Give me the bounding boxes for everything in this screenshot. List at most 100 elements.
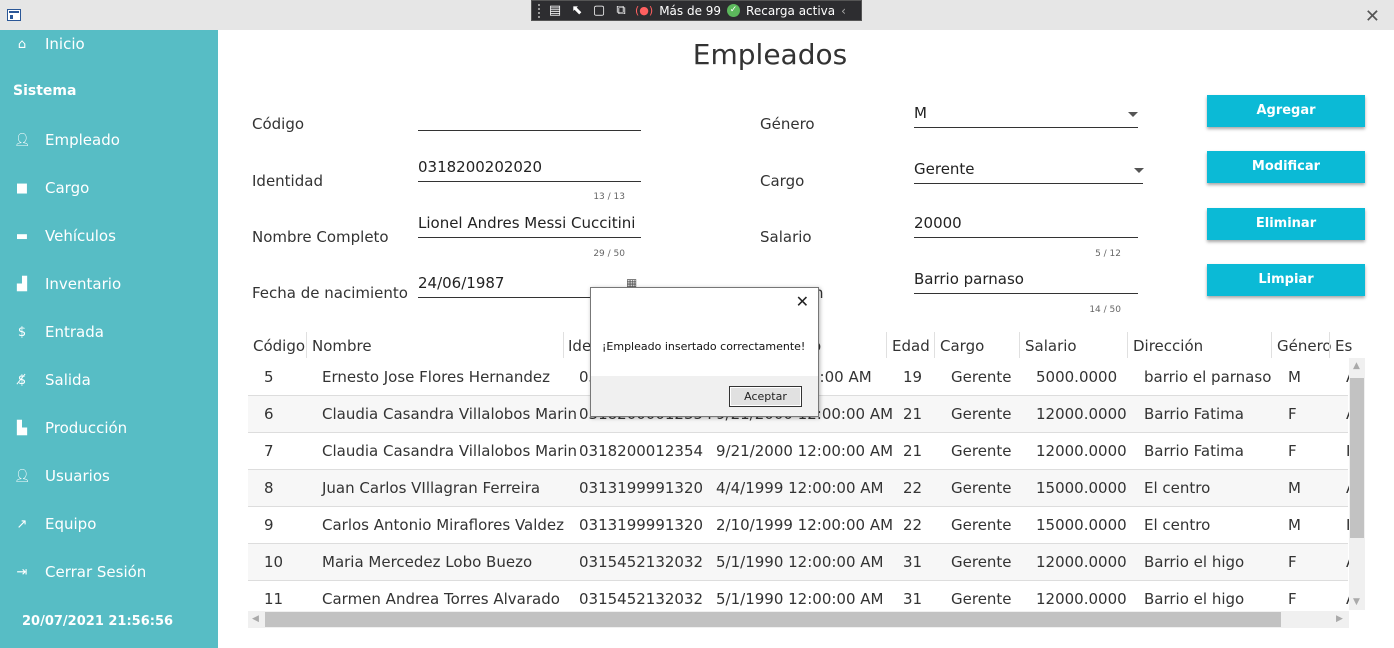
identidad-counter: 13 / 13 bbox=[593, 192, 625, 202]
codigo-label: Código bbox=[252, 115, 305, 133]
sidebar-item-produccion[interactable]: ▙ Producción bbox=[0, 408, 218, 448]
select-element-icon[interactable]: ⬉ bbox=[569, 3, 585, 19]
home-icon: ⌂ bbox=[17, 36, 27, 52]
sidebar-item-empleado[interactable]: 👤︎ Empleado bbox=[0, 120, 218, 160]
toolbar-grip[interactable] bbox=[538, 3, 541, 18]
close-icon[interactable]: ✕ bbox=[796, 292, 809, 311]
message-dialog: ✕ ¡Empleado insertado correctamente! Ace… bbox=[590, 287, 819, 417]
logout-icon: ⇥ bbox=[16, 564, 28, 580]
cell-cargo: Gerente bbox=[951, 590, 1012, 608]
issues-count-label[interactable]: Más de 99 bbox=[659, 4, 721, 18]
modificar-button[interactable]: Modificar bbox=[1207, 151, 1365, 183]
codigo-input[interactable] bbox=[418, 105, 641, 131]
column-header[interactable]: Género bbox=[1277, 337, 1332, 355]
cell-codigo: 7 bbox=[264, 442, 274, 460]
window-close-icon[interactable]: ✕ bbox=[1365, 6, 1380, 27]
sidebar-item-equipo[interactable]: ↗ Equipo bbox=[0, 504, 218, 544]
sidebar-item-entrada[interactable]: $ Entrada bbox=[0, 312, 218, 352]
eliminar-button[interactable]: Eliminar bbox=[1207, 208, 1365, 240]
track-focus-icon[interactable]: ⧉ bbox=[613, 3, 629, 19]
direccion-input[interactable]: Barrio parnaso bbox=[914, 268, 1138, 294]
cell-direccion: Barrio el higo bbox=[1144, 553, 1245, 571]
cell-cargo: Gerente bbox=[951, 479, 1012, 497]
sidebar-item-cargo[interactable]: ■ Cargo bbox=[0, 168, 218, 208]
limpiar-button[interactable]: Limpiar bbox=[1207, 264, 1365, 296]
identidad-input[interactable]: 0318200202020 bbox=[418, 156, 641, 182]
cell-nombre: Juan Carlos VIllagran Ferreira bbox=[322, 479, 541, 497]
sidebar-item-salida[interactable]: $̸ Salida bbox=[0, 360, 218, 400]
column-header[interactable]: Código bbox=[253, 337, 305, 355]
cell-salario: 15000.0000 bbox=[1036, 516, 1127, 534]
cell-edad: 22 bbox=[903, 516, 923, 534]
cell-codigo: 9 bbox=[264, 516, 274, 534]
genero-select[interactable]: M bbox=[914, 102, 1138, 128]
cell-direccion: Barrio Fatima bbox=[1144, 442, 1244, 460]
column-header[interactable]: Ide bbox=[568, 337, 591, 355]
cell-direccion: Barrio Fatima bbox=[1144, 405, 1244, 423]
cell-salario: 15000.0000 bbox=[1036, 479, 1127, 497]
column-header[interactable]: Edad bbox=[892, 337, 930, 355]
sidebar-item-vehiculos[interactable]: ▬ Vehículos bbox=[0, 216, 218, 256]
identidad-label: Identidad bbox=[252, 172, 323, 190]
layout-adorner-icon[interactable]: ▢ bbox=[591, 3, 607, 19]
column-header[interactable]: Nombre bbox=[312, 337, 372, 355]
column-divider[interactable] bbox=[886, 332, 887, 358]
cell-nombre: Carmen Andrea Torres Alvarado bbox=[322, 590, 560, 608]
sidebar: ⌂ Inicio Sistema 👤︎ Empleado ■ Cargo ▬ V… bbox=[0, 30, 218, 648]
scroll-left-icon[interactable]: ◀ bbox=[252, 614, 259, 624]
vertical-scroll-thumb[interactable] bbox=[1350, 378, 1364, 538]
cargo-select[interactable]: Gerente bbox=[914, 158, 1143, 184]
column-divider[interactable] bbox=[1329, 332, 1330, 358]
cell-genero: M bbox=[1288, 368, 1301, 386]
column-divider[interactable] bbox=[306, 332, 307, 358]
sidebar-item-label: Equipo bbox=[45, 515, 97, 533]
cell-genero: F bbox=[1288, 590, 1297, 608]
nombre-input[interactable]: Lionel Andres Messi Cuccitini bbox=[418, 212, 641, 238]
truck-icon: ▬ bbox=[15, 228, 29, 244]
cell-nombre: Ernesto Jose Flores Hernandez bbox=[322, 368, 551, 386]
cell-genero: F bbox=[1288, 442, 1297, 460]
aceptar-button[interactable]: Aceptar bbox=[729, 386, 802, 407]
column-divider[interactable] bbox=[934, 332, 935, 358]
salario-input[interactable]: 20000 bbox=[914, 212, 1138, 238]
scroll-down-icon[interactable]: ▼ bbox=[1353, 597, 1360, 607]
table-row[interactable]: 7 Claudia Casandra Villalobos Marin 0318… bbox=[248, 433, 1350, 470]
cell-genero: F bbox=[1288, 553, 1297, 571]
scroll-right-icon[interactable]: ▶ bbox=[1336, 614, 1343, 624]
cell-salario: 12000.0000 bbox=[1036, 442, 1127, 460]
table-row[interactable]: 10 Maria Mercedez Lobo Buezo 03154521320… bbox=[248, 544, 1356, 581]
column-divider[interactable] bbox=[1127, 332, 1128, 358]
sidebar-item-label: Salida bbox=[45, 371, 91, 389]
live-tree-icon[interactable]: ▤ bbox=[547, 3, 563, 19]
column-divider[interactable] bbox=[1271, 332, 1272, 358]
collapse-chevron-icon[interactable]: ‹ bbox=[841, 4, 846, 18]
genero-label: Género bbox=[760, 115, 815, 133]
horizontal-scroll-thumb[interactable] bbox=[265, 612, 1281, 627]
sidebar-item-cerrar-sesion[interactable]: ⇥ Cerrar Sesión bbox=[0, 552, 218, 592]
chevron-down-icon[interactable] bbox=[1128, 112, 1138, 117]
column-header[interactable]: Es bbox=[1335, 337, 1352, 355]
agregar-button[interactable]: Agregar bbox=[1207, 95, 1365, 127]
cell-fecha: 2/10/1999 12:00:00 AM bbox=[716, 516, 894, 534]
column-header[interactable]: Dirección bbox=[1133, 337, 1203, 355]
scroll-up-icon[interactable]: ▲ bbox=[1353, 361, 1360, 371]
sidebar-item-usuarios[interactable]: 👤︎ Usuarios bbox=[0, 456, 218, 496]
sidebar-item-inicio[interactable]: ⌂ Inicio bbox=[0, 24, 218, 64]
column-header[interactable]: Cargo bbox=[940, 337, 984, 355]
sidebar-item-inventario[interactable]: ▟ Inventario bbox=[0, 264, 218, 304]
table-row[interactable]: 9 Carlos Antonio Miraflores Valdez 03131… bbox=[248, 507, 1350, 544]
cell-genero: F bbox=[1288, 405, 1297, 423]
hot-reload-label[interactable]: Recarga activa bbox=[746, 4, 835, 18]
cell-direccion: El centro bbox=[1144, 479, 1211, 497]
column-divider[interactable] bbox=[1019, 332, 1020, 358]
cell-codigo: 8 bbox=[264, 479, 274, 497]
cell-fecha: 9/21/2000 12:00:00 AM bbox=[716, 442, 894, 460]
direccion-counter: 14 / 50 bbox=[1089, 305, 1121, 315]
cell-salario: 12000.0000 bbox=[1036, 590, 1127, 608]
table-row[interactable]: 8 Juan Carlos VIllagran Ferreira 0313199… bbox=[248, 470, 1356, 507]
chevron-down-icon[interactable] bbox=[1134, 168, 1144, 173]
record-icon: (●) bbox=[635, 4, 654, 17]
cell-edad: 21 bbox=[903, 442, 923, 460]
column-header[interactable]: Salario bbox=[1025, 337, 1077, 355]
column-divider[interactable] bbox=[563, 332, 564, 358]
